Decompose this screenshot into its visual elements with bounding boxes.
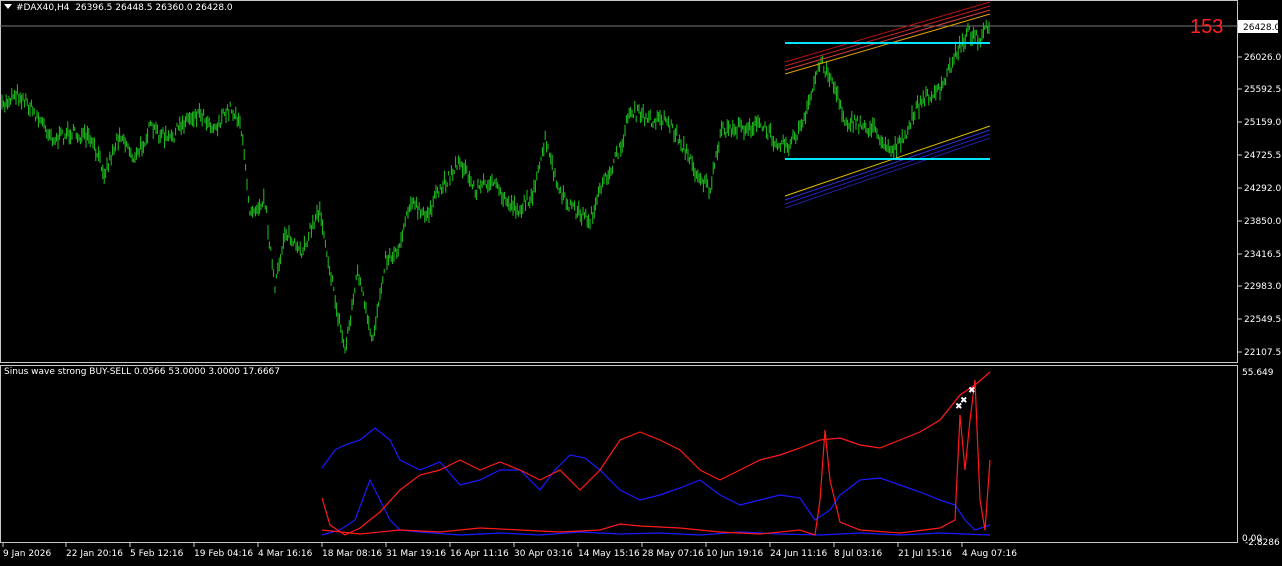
time-tick-label: 5 Feb 12:16 <box>130 549 184 559</box>
ohlc-values: 26396.5 26448.5 26360.0 26428.0 <box>75 3 233 13</box>
time-tick-label: 28 May 07:16 <box>642 549 704 559</box>
main-pane-frame <box>0 0 1238 363</box>
time-tick-label: 19 Feb 04:16 <box>194 549 253 559</box>
indicator-tick-bottom: -2.8286 <box>1245 538 1280 548</box>
time-tick-label: 4 Aug 07:16 <box>962 549 1017 559</box>
time-tick-label: 9 Jan 2026 <box>3 549 51 559</box>
channel-line <box>784 1 991 63</box>
price-tick-label: 22983.0 <box>1244 282 1281 292</box>
time-tick-label: 31 Mar 19:16 <box>386 549 446 559</box>
support-resistance-levels <box>785 42 990 160</box>
channel-line <box>784 125 991 197</box>
time-tick-label: 16 Apr 11:16 <box>450 549 509 559</box>
indicator-tick-top: 55.649 <box>1242 368 1274 378</box>
price-tick-label: 23850.0 <box>1244 217 1281 227</box>
time-tick-label: 8 Jul 03:16 <box>834 549 883 559</box>
bar-counter: 153 <box>1190 16 1224 38</box>
time-tick-label: 10 Jun 19:16 <box>706 549 763 559</box>
buy-baseline <box>321 379 991 536</box>
time-axis: 9 Jan 2026 22 Jan 20:16 5 Feb 12:16 19 Feb … <box>2 543 1017 559</box>
price-tick-label: 24725.5 <box>1244 151 1281 161</box>
indicator-label: Sinus wave strong BUY-SELL 0.0566 53.000… <box>4 367 281 377</box>
symbol-label: #DAX40,H4 <box>16 3 70 13</box>
price-tick-label: 25592.5 <box>1244 85 1281 95</box>
dropdown-triangle-icon[interactable] <box>4 4 12 9</box>
sell-line <box>321 427 991 531</box>
time-tick-label: 21 Jul 15:16 <box>898 549 952 559</box>
price-tick-label: 22549.5 <box>1244 315 1281 325</box>
price-tick-label: 26026.0 <box>1244 53 1281 63</box>
regression-channels <box>784 1 991 209</box>
price-tick-label: 23416.5 <box>1244 250 1281 260</box>
time-tick-label: 18 Mar 08:16 <box>322 549 382 559</box>
price-tick-label: 25159.0 <box>1244 118 1281 128</box>
price-tick-label: 24292.0 <box>1244 184 1281 194</box>
signal-cross-icon: ✖ <box>960 396 968 406</box>
indicator-pane-frame <box>0 365 1238 543</box>
price-axis: 26026.0 25592.5 25159.0 24725.5 24292.0 23850… <box>1238 53 1281 358</box>
time-tick-label: 30 Apr 03:16 <box>514 549 573 559</box>
symbol-header[interactable]: #DAX40,H4 26396.5 26448.5 26360.0 26428.… <box>4 3 233 13</box>
time-tick-label: 24 Jun 11:16 <box>770 549 827 559</box>
channel-line <box>784 133 991 205</box>
chart-window[interactable]: ✖ ✖ ✖ 26026.0 25592.5 25159.0 24725.5 24292.0 2… <box>0 0 1282 562</box>
chart-canvas[interactable]: ✖✖✖ 26026.025592.525159.024725.524292.02… <box>0 0 1282 562</box>
buy-line <box>321 371 991 536</box>
channel-line <box>784 129 991 201</box>
time-tick-label: 14 May 15:16 <box>578 549 640 559</box>
current-price-label: 26428.0 <box>1243 23 1280 33</box>
time-tick-label: 22 Jan 20:16 <box>66 549 123 559</box>
indicator-series <box>321 371 991 536</box>
price-series <box>1 19 990 354</box>
price-tick-label: 22107.5 <box>1244 348 1281 358</box>
channel-line <box>784 137 991 209</box>
signal-cross-icon: ✖ <box>968 386 976 396</box>
time-tick-label: 4 Mar 16:16 <box>258 549 313 559</box>
